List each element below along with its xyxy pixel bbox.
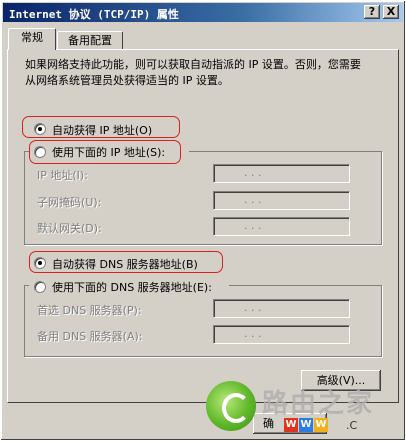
alternate-dns-input[interactable]: . . . xyxy=(213,325,350,344)
tab-alternate-config[interactable]: 备用配置 xyxy=(57,31,123,50)
watermark: 路由之家 WWW .C xyxy=(206,381,406,442)
dialog-window: Internet 协议 (TCP/IP) 属性 ? X 常规 备用配置 如果网络… xyxy=(0,0,406,441)
highlight-auto-ip xyxy=(22,116,180,138)
default-gateway-label: 默认网关(D): xyxy=(37,222,102,235)
highlight-auto-dns xyxy=(29,251,223,273)
subnet-mask-input[interactable]: . . . xyxy=(213,191,350,210)
radio-manual-dns-label[interactable]: 使用下面的 DNS 服务器地址(E): xyxy=(52,279,212,295)
watermark-text: 路由之家 xyxy=(262,389,375,419)
help-button[interactable]: ? xyxy=(364,5,380,19)
preferred-dns-label: 首选 DNS 服务器(P): xyxy=(37,304,142,317)
description-text: 如果网络支持此功能，则可以获取自动指派的 IP 设置。否则，您需要从网络系统管理… xyxy=(25,58,361,87)
default-gateway-input[interactable]: . . . xyxy=(213,217,350,236)
close-button[interactable]: X xyxy=(383,5,399,19)
title-bar[interactable]: Internet 协议 (TCP/IP) 属性 ? X xyxy=(3,3,403,22)
watermark-tiles: WWW xyxy=(284,418,328,432)
subnet-mask-label: 子网掩码(U): xyxy=(37,196,102,209)
ip-address-input[interactable]: . . . xyxy=(213,164,350,183)
ip-address-label: IP 地址(I): xyxy=(37,169,88,182)
tab-general[interactable]: 常规 xyxy=(8,28,56,50)
preferred-dns-input[interactable]: . . . xyxy=(213,299,350,318)
watermark-logo-icon xyxy=(206,381,256,431)
watermark-url: .C xyxy=(346,419,358,432)
group-static-dns xyxy=(24,285,382,357)
highlight-manual-ip xyxy=(29,140,181,164)
window-title: Internet 协议 (TCP/IP) 属性 xyxy=(9,8,179,21)
radio-manual-dns[interactable] xyxy=(34,281,46,293)
alternate-dns-label: 备用 DNS 服务器(A): xyxy=(37,330,143,343)
